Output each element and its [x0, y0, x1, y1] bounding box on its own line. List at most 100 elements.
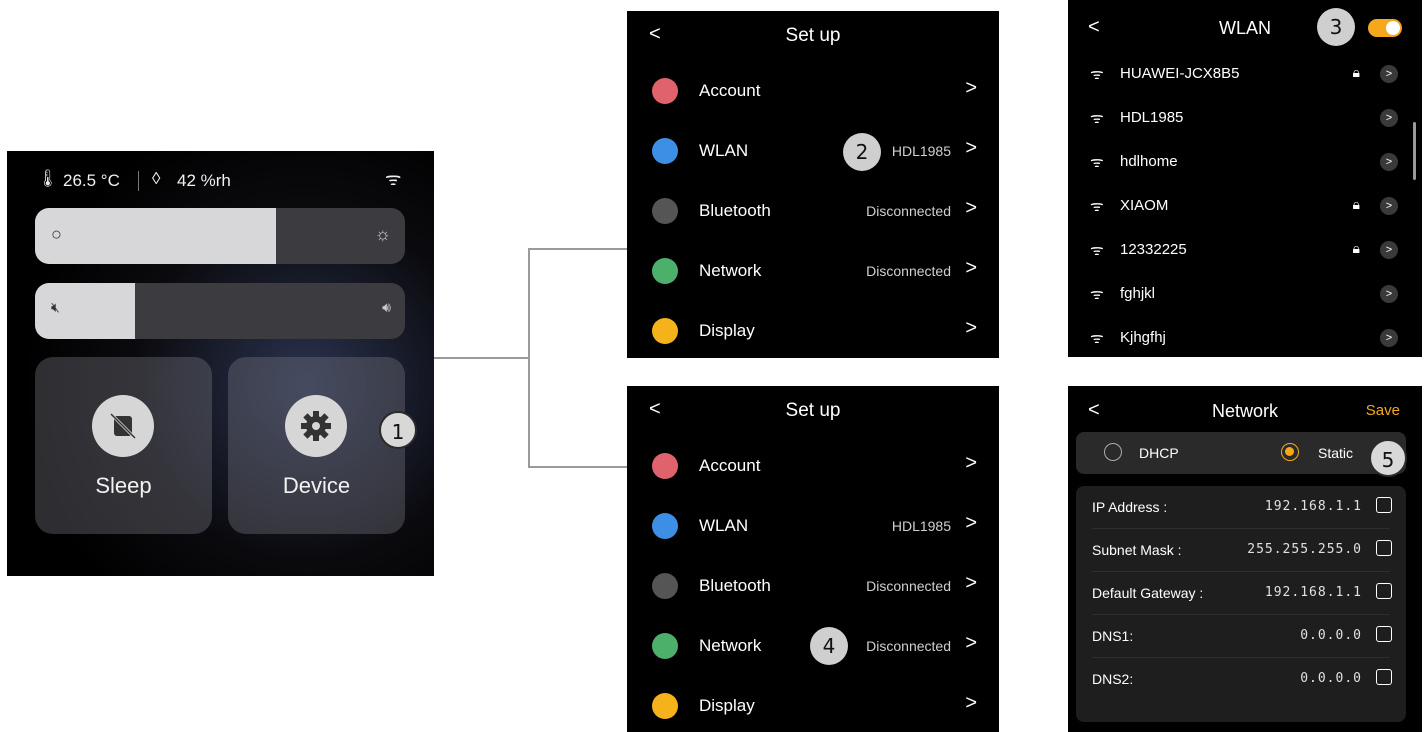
settings-row-label: Network [699, 261, 762, 280]
step-badge-2: 2 [843, 133, 881, 171]
sleep-label: Sleep [95, 473, 152, 498]
wifi-network-name: 12332225 [1120, 241, 1187, 258]
lock-icon: 🔒︎ [1352, 196, 1360, 212]
settings-row-wlan[interactable]: WLAN HDL1985 > [627, 121, 999, 181]
dhcp-radio[interactable] [1104, 443, 1122, 461]
wifi-network-name: Kjhgfhj [1120, 329, 1166, 346]
wifi-signal-icon: ᯤ [1090, 286, 1104, 303]
settings-row-wlan[interactable]: WLAN HDL1985 > [627, 496, 999, 556]
wlan-panel: < WLAN ᯤ HUAWEI-JCX8B5 🔒︎ > ᯤ HDL1985 > ᯤ hdlhom… [1068, 0, 1422, 357]
settings-row-display[interactable]: Display > [627, 676, 999, 732]
page-title: Set up [785, 25, 841, 46]
wifi-network-name: HUAWEI-JCX8B5 [1120, 65, 1240, 82]
wifi-network-row[interactable]: ᯤ fghjkl > [1068, 272, 1422, 316]
network-icon [652, 258, 678, 284]
step-badge-1: 1 [379, 411, 417, 449]
bluetooth-icon [652, 573, 678, 599]
network-field-label: Subnet Mask : [1092, 542, 1182, 558]
thermometer-icon: 🌡︎ [37, 169, 59, 188]
network-field-row: IP Address : 192.168.1.1 [1076, 486, 1406, 529]
toggle-knob [1386, 21, 1400, 35]
settings-row-bluetooth[interactable]: Bluetooth Disconnected > [627, 181, 999, 241]
connector-line [433, 357, 529, 359]
divider [138, 171, 139, 191]
header: < Set up [627, 386, 999, 436]
wifi-network-row[interactable]: ᯤ XIAOM 🔒︎ > [1068, 184, 1422, 228]
wifi-signal-icon: ᯤ [1090, 330, 1104, 347]
save-button[interactable]: Save [1366, 402, 1400, 419]
settings-row-label: Account [699, 456, 761, 475]
chevron-right-icon[interactable]: > [1380, 285, 1398, 303]
chevron-right-icon[interactable]: > [1380, 153, 1398, 171]
chevron-right-icon[interactable]: > [1380, 329, 1398, 347]
wifi-network-name: HDL1985 [1120, 109, 1184, 126]
edit-icon[interactable] [1376, 540, 1392, 556]
humidity-value: 42 %rh [177, 171, 231, 190]
wifi-network-row[interactable]: ᯤ 12332225 🔒︎ > [1068, 228, 1422, 272]
home-panel: 🌡︎ 26.5 °C ◊ 42 %rh ᯤ ○ ☼ 🔇︎ 🔊︎ Sleep De… [7, 151, 434, 576]
edit-icon[interactable] [1376, 497, 1392, 513]
wifi-network-row[interactable]: ᯤ Kjhgfhj > [1068, 316, 1422, 357]
account-icon [652, 453, 678, 479]
volume-slider[interactable]: 🔇︎ 🔊︎ [35, 283, 405, 339]
static-radio[interactable] [1281, 443, 1299, 461]
chevron-right-icon: > [965, 632, 977, 654]
header: < Set up [627, 11, 999, 61]
settings-row-account[interactable]: Account > [627, 61, 999, 121]
dhcp-label: DHCP [1139, 445, 1179, 461]
wifi-signal-icon: ᯤ [1090, 198, 1104, 215]
page-title: Set up [785, 400, 841, 421]
setup-panel-top: < Set up Account > WLAN HDL1985 > Bluetooth Di… [627, 11, 999, 358]
settings-row-network[interactable]: Network Disconnected > [627, 241, 999, 301]
settings-row-label: WLAN [699, 516, 749, 535]
chevron-right-icon[interactable]: > [1380, 241, 1398, 259]
brightness-slider[interactable]: ○ ☼ [35, 208, 405, 264]
chevron-right-icon[interactable]: > [1380, 109, 1398, 127]
settings-row-label: Display [699, 696, 755, 715]
settings-row-account[interactable]: Account > [627, 436, 999, 496]
edit-icon[interactable] [1376, 626, 1392, 642]
chevron-right-icon[interactable]: > [1380, 197, 1398, 215]
wifi-network-row[interactable]: ᯤ HDL1985 > [1068, 96, 1422, 140]
settings-row-value: Disconnected [866, 263, 951, 279]
edit-icon[interactable] [1376, 583, 1392, 599]
network-field-row: DNS2: 0.0.0.0 [1076, 658, 1406, 701]
circle-icon: ○ [51, 224, 62, 244]
settings-row-display[interactable]: Display > [627, 301, 999, 358]
wifi-network-row[interactable]: ᯤ HUAWEI-JCX8B5 🔒︎ > [1068, 52, 1422, 96]
header: < WLAN [1068, 0, 1422, 44]
wifi-network-row[interactable]: ᯤ hdlhome > [1068, 140, 1422, 184]
network-field-label: DNS1: [1092, 628, 1134, 644]
settings-row-label: Bluetooth [699, 576, 771, 595]
chevron-right-icon[interactable]: > [1380, 65, 1398, 83]
network-fields: IP Address : 192.168.1.1 Subnet Mask : 255.… [1076, 486, 1406, 722]
chevron-right-icon: > [965, 197, 977, 219]
display-icon [652, 318, 678, 344]
wifi-network-name: fghjkl [1120, 285, 1156, 302]
chevron-right-icon: > [965, 572, 977, 594]
settings-row-label: Network [699, 636, 762, 655]
mute-icon: 🔇︎ [51, 299, 60, 315]
network-field-label: IP Address : [1092, 499, 1168, 515]
settings-row-bluetooth[interactable]: Bluetooth Disconnected > [627, 556, 999, 616]
scrollbar[interactable] [1413, 122, 1416, 180]
device-tile[interactable]: Device [228, 357, 405, 534]
network-field-row: Default Gateway : 192.168.1.1 [1076, 572, 1406, 615]
settings-row-value: Disconnected [866, 638, 951, 654]
sleep-icon [92, 395, 154, 457]
chevron-right-icon: > [965, 452, 977, 474]
network-field-label: DNS2: [1092, 671, 1134, 687]
edit-icon[interactable] [1376, 669, 1392, 685]
wlan-icon [652, 138, 678, 164]
speaker-icon: 🔊︎ [382, 299, 391, 315]
network-field-value: 192.168.1.1 [1264, 499, 1362, 514]
connector-line [528, 248, 628, 250]
step-badge-5: 5 [1369, 439, 1407, 477]
network-field-value: 0.0.0.0 [1300, 671, 1362, 686]
lock-icon: 🔒︎ [1352, 240, 1360, 256]
network-field-row: Subnet Mask : 255.255.255.0 [1076, 529, 1406, 572]
chevron-right-icon: > [965, 77, 977, 99]
chevron-right-icon: > [965, 257, 977, 279]
sleep-tile[interactable]: Sleep [35, 357, 212, 534]
wlan-toggle[interactable] [1368, 19, 1402, 37]
